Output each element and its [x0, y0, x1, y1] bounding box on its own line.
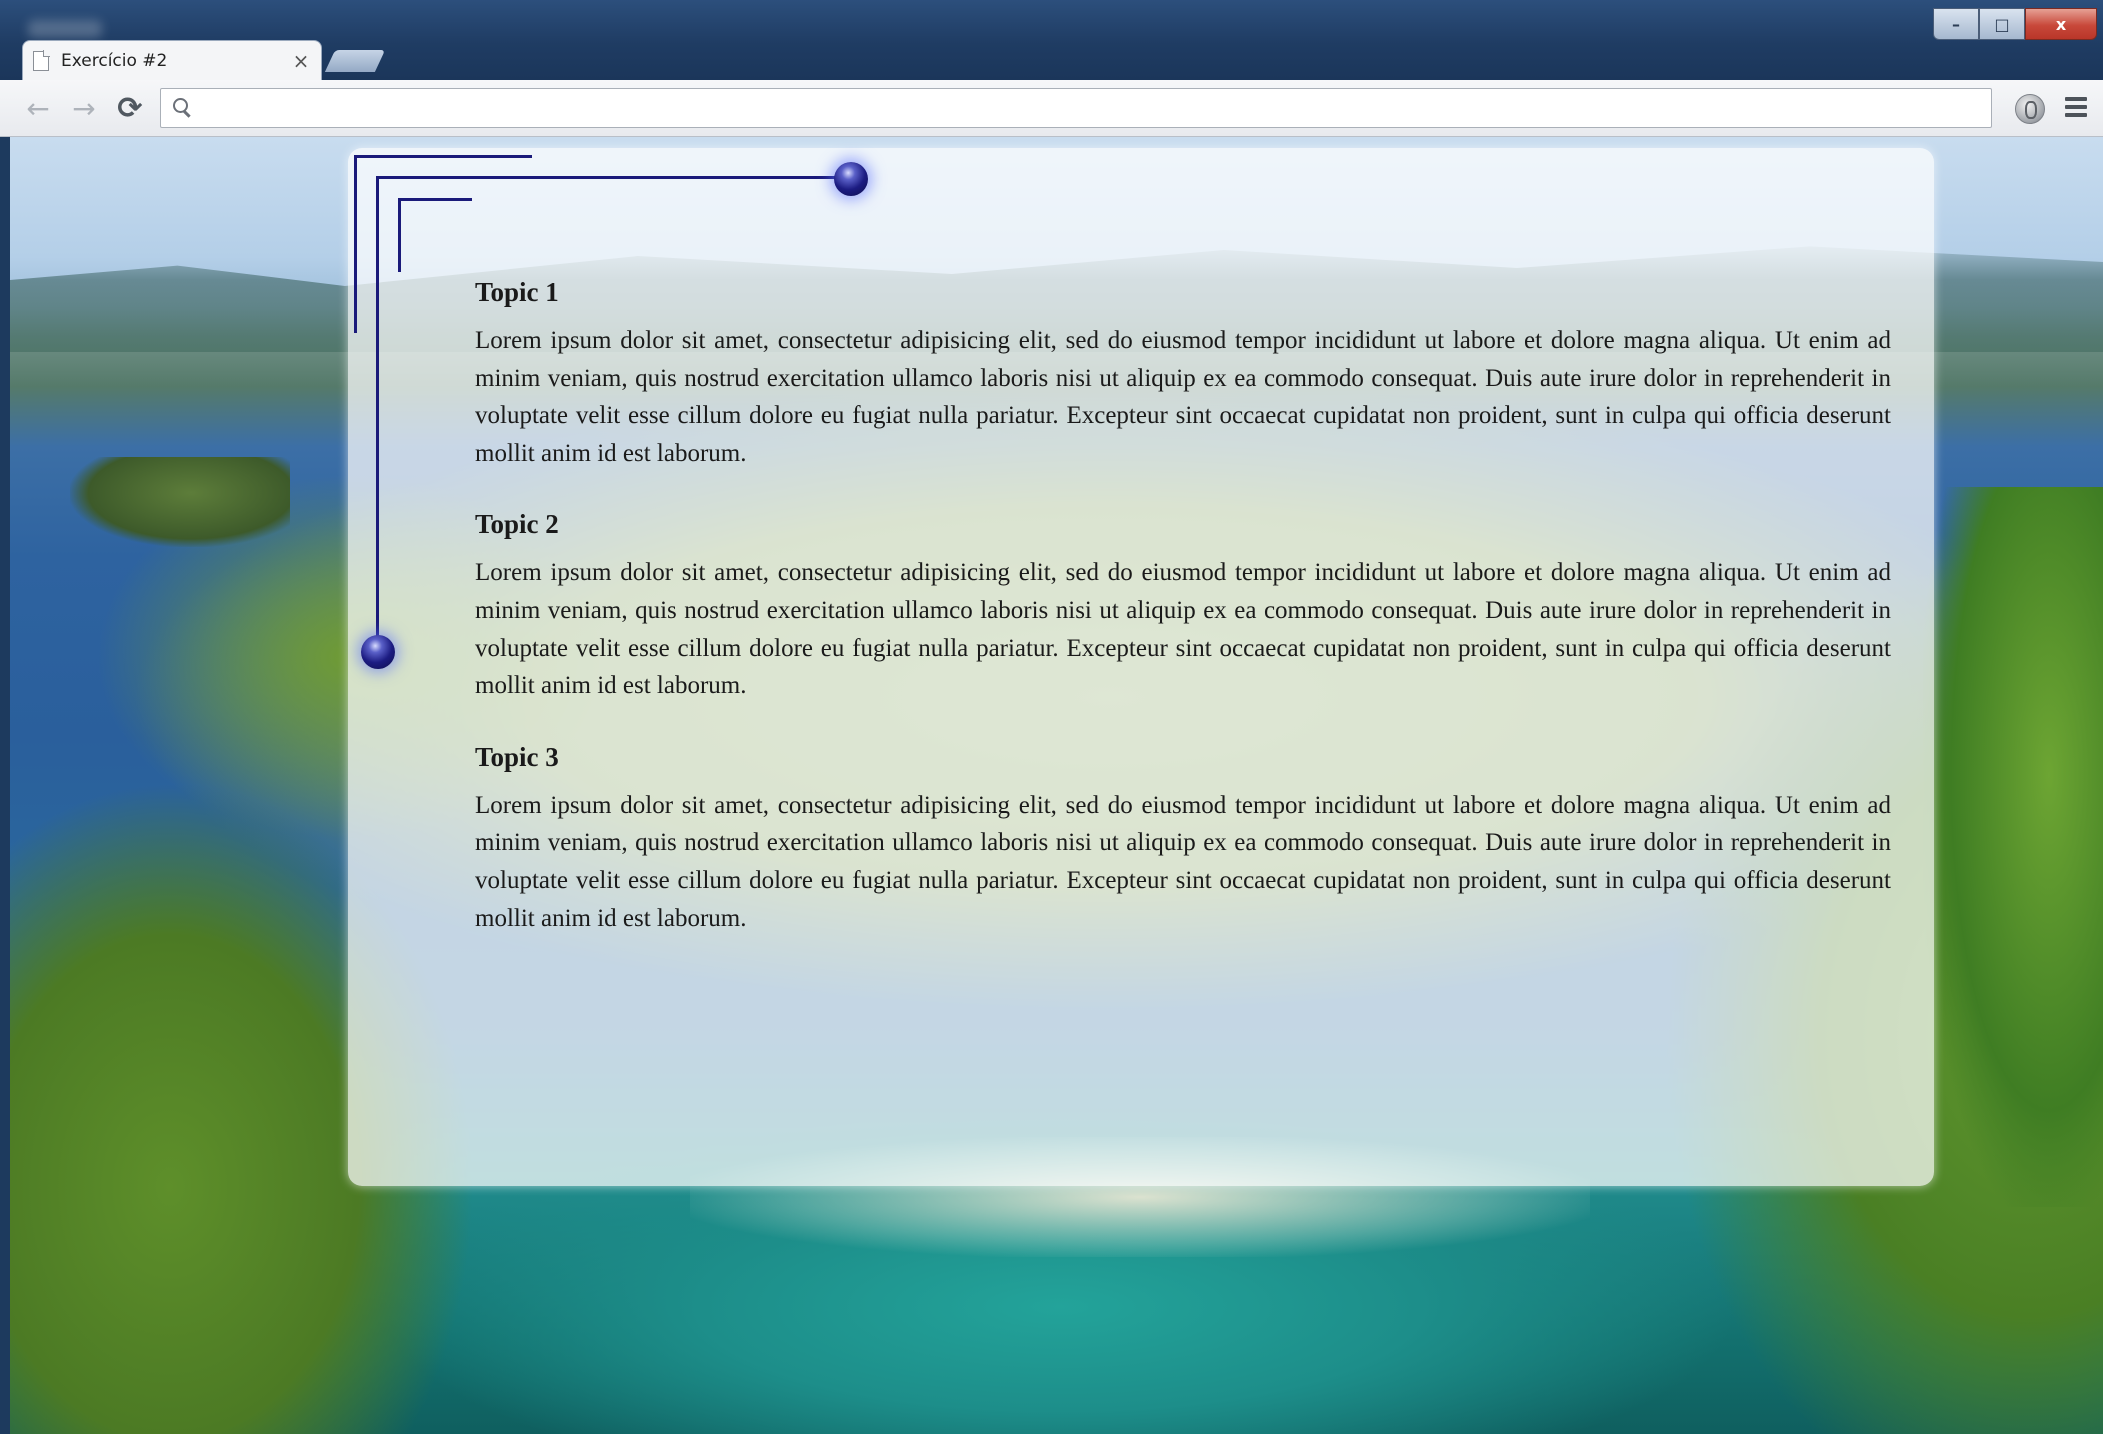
- search-icon: [171, 96, 195, 120]
- topic-paragraph: Lorem ipsum dolor sit amet, consectetur …: [475, 559, 1891, 700]
- new-tab-button[interactable]: [324, 50, 386, 72]
- app-badge: [28, 20, 102, 38]
- menu-icon[interactable]: [2065, 97, 2087, 117]
- orb-left: [361, 635, 395, 669]
- extension-icon[interactable]: [2015, 94, 2045, 124]
- deco-line: [376, 176, 379, 650]
- tab-title: Exercício #2: [61, 50, 168, 71]
- main-content: Topic 1 Lorem ipsum dolor sit amet, cons…: [475, 262, 1891, 959]
- window-controls: – □ x: [1933, 8, 2097, 40]
- forward-button[interactable]: →: [66, 90, 102, 126]
- deco-line: [354, 155, 357, 333]
- deco-line: [398, 198, 472, 201]
- minimize-button[interactable]: –: [1933, 8, 1979, 40]
- browser-window: Exercício #2 × – □ x ← → ⟳ Topic 1 Lorem…: [0, 0, 2103, 1434]
- orb-top: [834, 162, 868, 196]
- maximize-button[interactable]: □: [1979, 8, 2025, 40]
- address-input[interactable]: [203, 92, 1991, 124]
- back-button[interactable]: ←: [20, 90, 56, 126]
- background-island-left: [70, 457, 290, 547]
- topic-heading: Topic 1: [475, 277, 559, 307]
- topic-paragraph: Lorem ipsum dolor sit amet, consectetur …: [475, 327, 1891, 467]
- background-island-right: [1923, 487, 2103, 1207]
- topic-heading: Topic 3: [475, 741, 559, 772]
- page-icon: [33, 49, 50, 71]
- deco-line: [354, 155, 532, 158]
- title-bar[interactable]: Exercício #2 × – □ x: [0, 0, 2103, 80]
- topic-heading: Topic 2: [475, 509, 559, 540]
- browser-toolbar: ← → ⟳: [0, 80, 2103, 137]
- deco-line: [376, 176, 852, 179]
- reload-button[interactable]: ⟳: [112, 90, 148, 126]
- tab-close-icon[interactable]: ×: [291, 49, 311, 73]
- close-button[interactable]: x: [2025, 8, 2097, 40]
- deco-line: [398, 198, 401, 272]
- tab-exercicio-2[interactable]: Exercício #2 ×: [22, 40, 322, 80]
- topic-paragraph: Lorem ipsum dolor sit amet, consectetur …: [475, 791, 1891, 932]
- address-bar[interactable]: [160, 88, 1992, 128]
